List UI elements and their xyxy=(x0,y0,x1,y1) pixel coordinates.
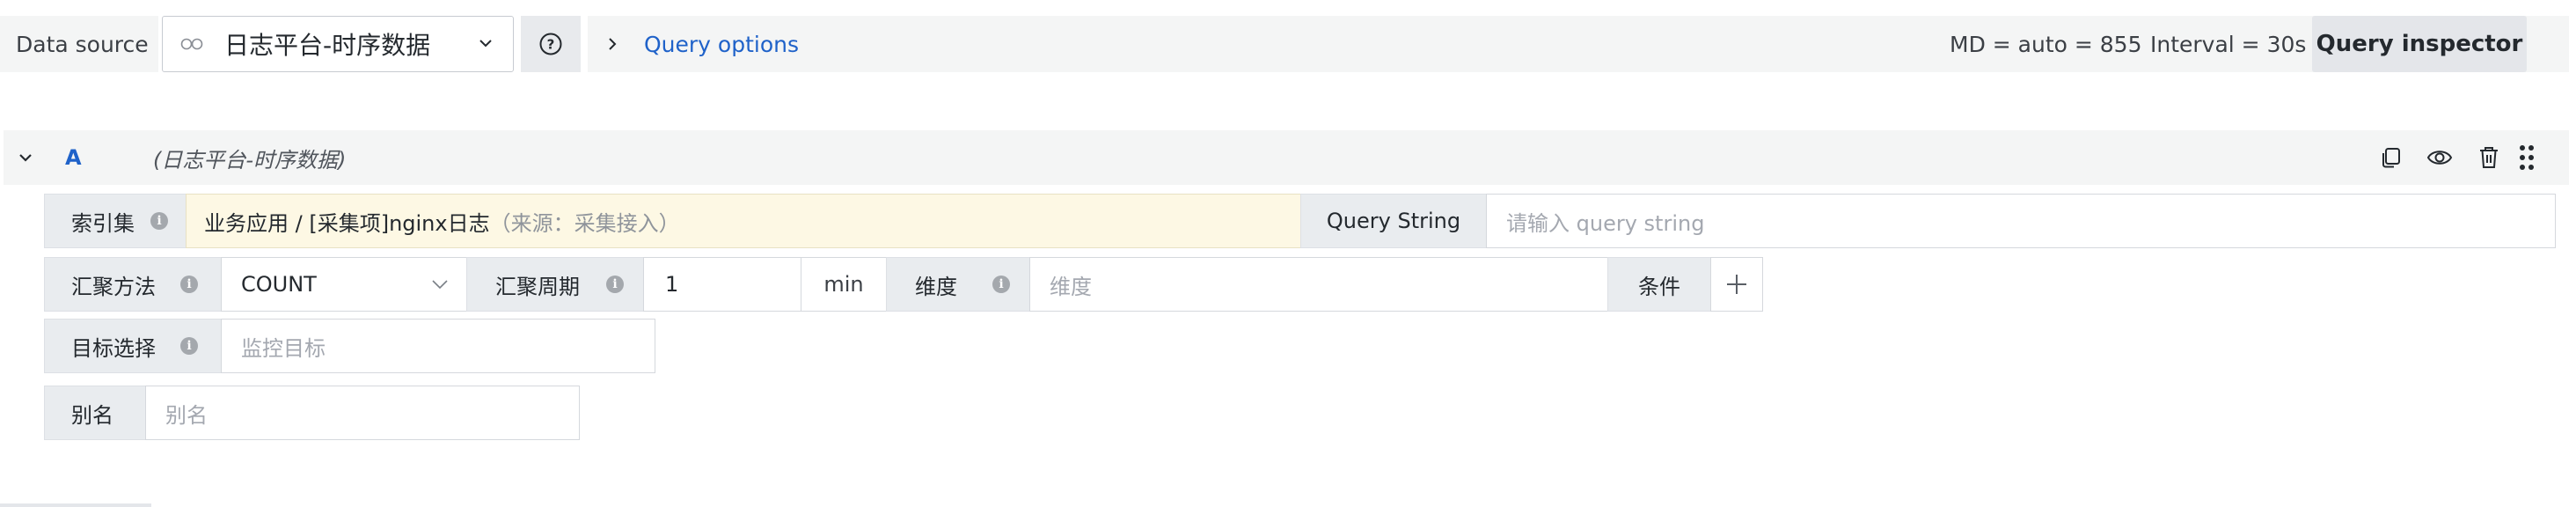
chevron-down-icon xyxy=(431,279,449,290)
interval-info-text: Interval = 30s xyxy=(2150,31,2307,57)
datasource-icon xyxy=(180,38,207,50)
dimension-placeholder: 维度 xyxy=(1050,274,1092,299)
interval-info: Interval = 30s xyxy=(2150,16,2306,72)
query-string-label-box: Query String xyxy=(1300,194,1487,248)
query-inspector-button[interactable]: Query inspector xyxy=(2312,16,2527,72)
drag-dots-icon xyxy=(2519,144,2535,171)
datasource-label-box: Data source xyxy=(0,16,158,72)
index-set-label: 索引集 xyxy=(71,210,135,236)
period-label: 汇聚周期 xyxy=(495,274,580,299)
aggregation-value: COUNT xyxy=(241,272,317,297)
info-icon: i xyxy=(180,276,198,293)
period-unit-select[interactable]: min xyxy=(801,257,887,312)
condition-label-box: 条件 xyxy=(1607,257,1711,312)
drag-handle[interactable] xyxy=(2516,141,2537,174)
index-set-source: （来源：采集接入） xyxy=(489,210,680,236)
target-placeholder: 监控目标 xyxy=(241,335,326,361)
info-icon: i xyxy=(992,276,1010,293)
dimension-label: 维度 xyxy=(915,274,957,299)
info-icon: i xyxy=(180,337,198,355)
alias-input[interactable]: 别名 xyxy=(145,386,580,440)
target-label: 目标选择 xyxy=(71,335,156,361)
alias-label-box: 别名 xyxy=(44,386,146,440)
duplicate-query-button[interactable] xyxy=(2375,143,2405,173)
aggregation-label-box: 汇聚方法 i xyxy=(44,257,222,312)
datasource-value: 日志平台-时序数据 xyxy=(224,31,431,60)
query-ref-id[interactable]: A xyxy=(65,130,82,185)
svg-text:?: ? xyxy=(547,37,555,53)
aggregation-select[interactable]: COUNT xyxy=(221,257,467,312)
copy-icon xyxy=(2378,145,2403,170)
collapse-query-toggle[interactable] xyxy=(18,130,33,185)
query-inspector-label: Query inspector xyxy=(2316,31,2523,57)
index-set-value: 业务应用 / [采集项]nginx日志 xyxy=(204,210,490,236)
index-set-label-box: 索引集 i xyxy=(44,194,187,248)
eye-icon xyxy=(2426,145,2453,170)
help-button[interactable]: ? xyxy=(521,16,581,72)
delete-query-button[interactable] xyxy=(2474,143,2504,173)
chevron-down-icon xyxy=(478,38,494,48)
chevron-right-icon xyxy=(607,36,618,52)
query-datasource-name: (日志平台-时序数据) xyxy=(153,130,346,185)
datasource-picker[interactable]: 日志平台-时序数据 xyxy=(162,16,514,72)
period-value: 1 xyxy=(665,272,679,297)
trash-icon xyxy=(2477,145,2500,170)
target-label-box: 目标选择 i xyxy=(44,319,222,373)
dimension-select[interactable]: 维度 xyxy=(1029,257,1608,312)
alias-placeholder: 别名 xyxy=(165,402,208,428)
md-info-text: MD = auto = 855 xyxy=(1950,31,2142,57)
query-row-header xyxy=(4,130,2569,185)
aggregation-label: 汇聚方法 xyxy=(71,274,156,299)
query-string-input[interactable]: 请输入 query string xyxy=(1486,194,2556,248)
toggle-visibility-button[interactable] xyxy=(2425,143,2455,173)
query-options-label: Query options xyxy=(644,31,800,57)
add-condition-button[interactable] xyxy=(1710,257,1763,312)
next-section-edge xyxy=(0,503,151,507)
index-set-select[interactable]: 业务应用 / [采集项]nginx日志 （来源：采集接入） xyxy=(186,194,1301,248)
info-icon: i xyxy=(150,212,168,230)
period-label-box: 汇聚周期 i xyxy=(466,257,644,312)
question-circle-icon: ? xyxy=(538,32,563,56)
query-string-placeholder: 请输入 query string xyxy=(1506,210,1705,236)
query-string-label: Query String xyxy=(1326,209,1461,233)
period-input[interactable]: 1 xyxy=(643,257,801,312)
alias-label: 别名 xyxy=(71,402,113,428)
condition-label: 条件 xyxy=(1638,274,1680,299)
target-select[interactable]: 监控目标 xyxy=(221,319,655,373)
query-ref-id-text: A xyxy=(65,145,82,170)
period-unit: min xyxy=(823,272,864,297)
query-datasource-name-text: (日志平台-时序数据) xyxy=(153,147,347,173)
query-options-toggle[interactable]: Query options xyxy=(598,16,799,72)
dimension-label-box: 维度 i xyxy=(886,257,1030,312)
md-info: MD = auto = 855 xyxy=(1950,16,2141,72)
info-icon: i xyxy=(606,276,624,293)
chevron-down-icon xyxy=(18,152,33,163)
datasource-label: Data source xyxy=(16,31,149,57)
plus-icon xyxy=(1725,273,1748,296)
